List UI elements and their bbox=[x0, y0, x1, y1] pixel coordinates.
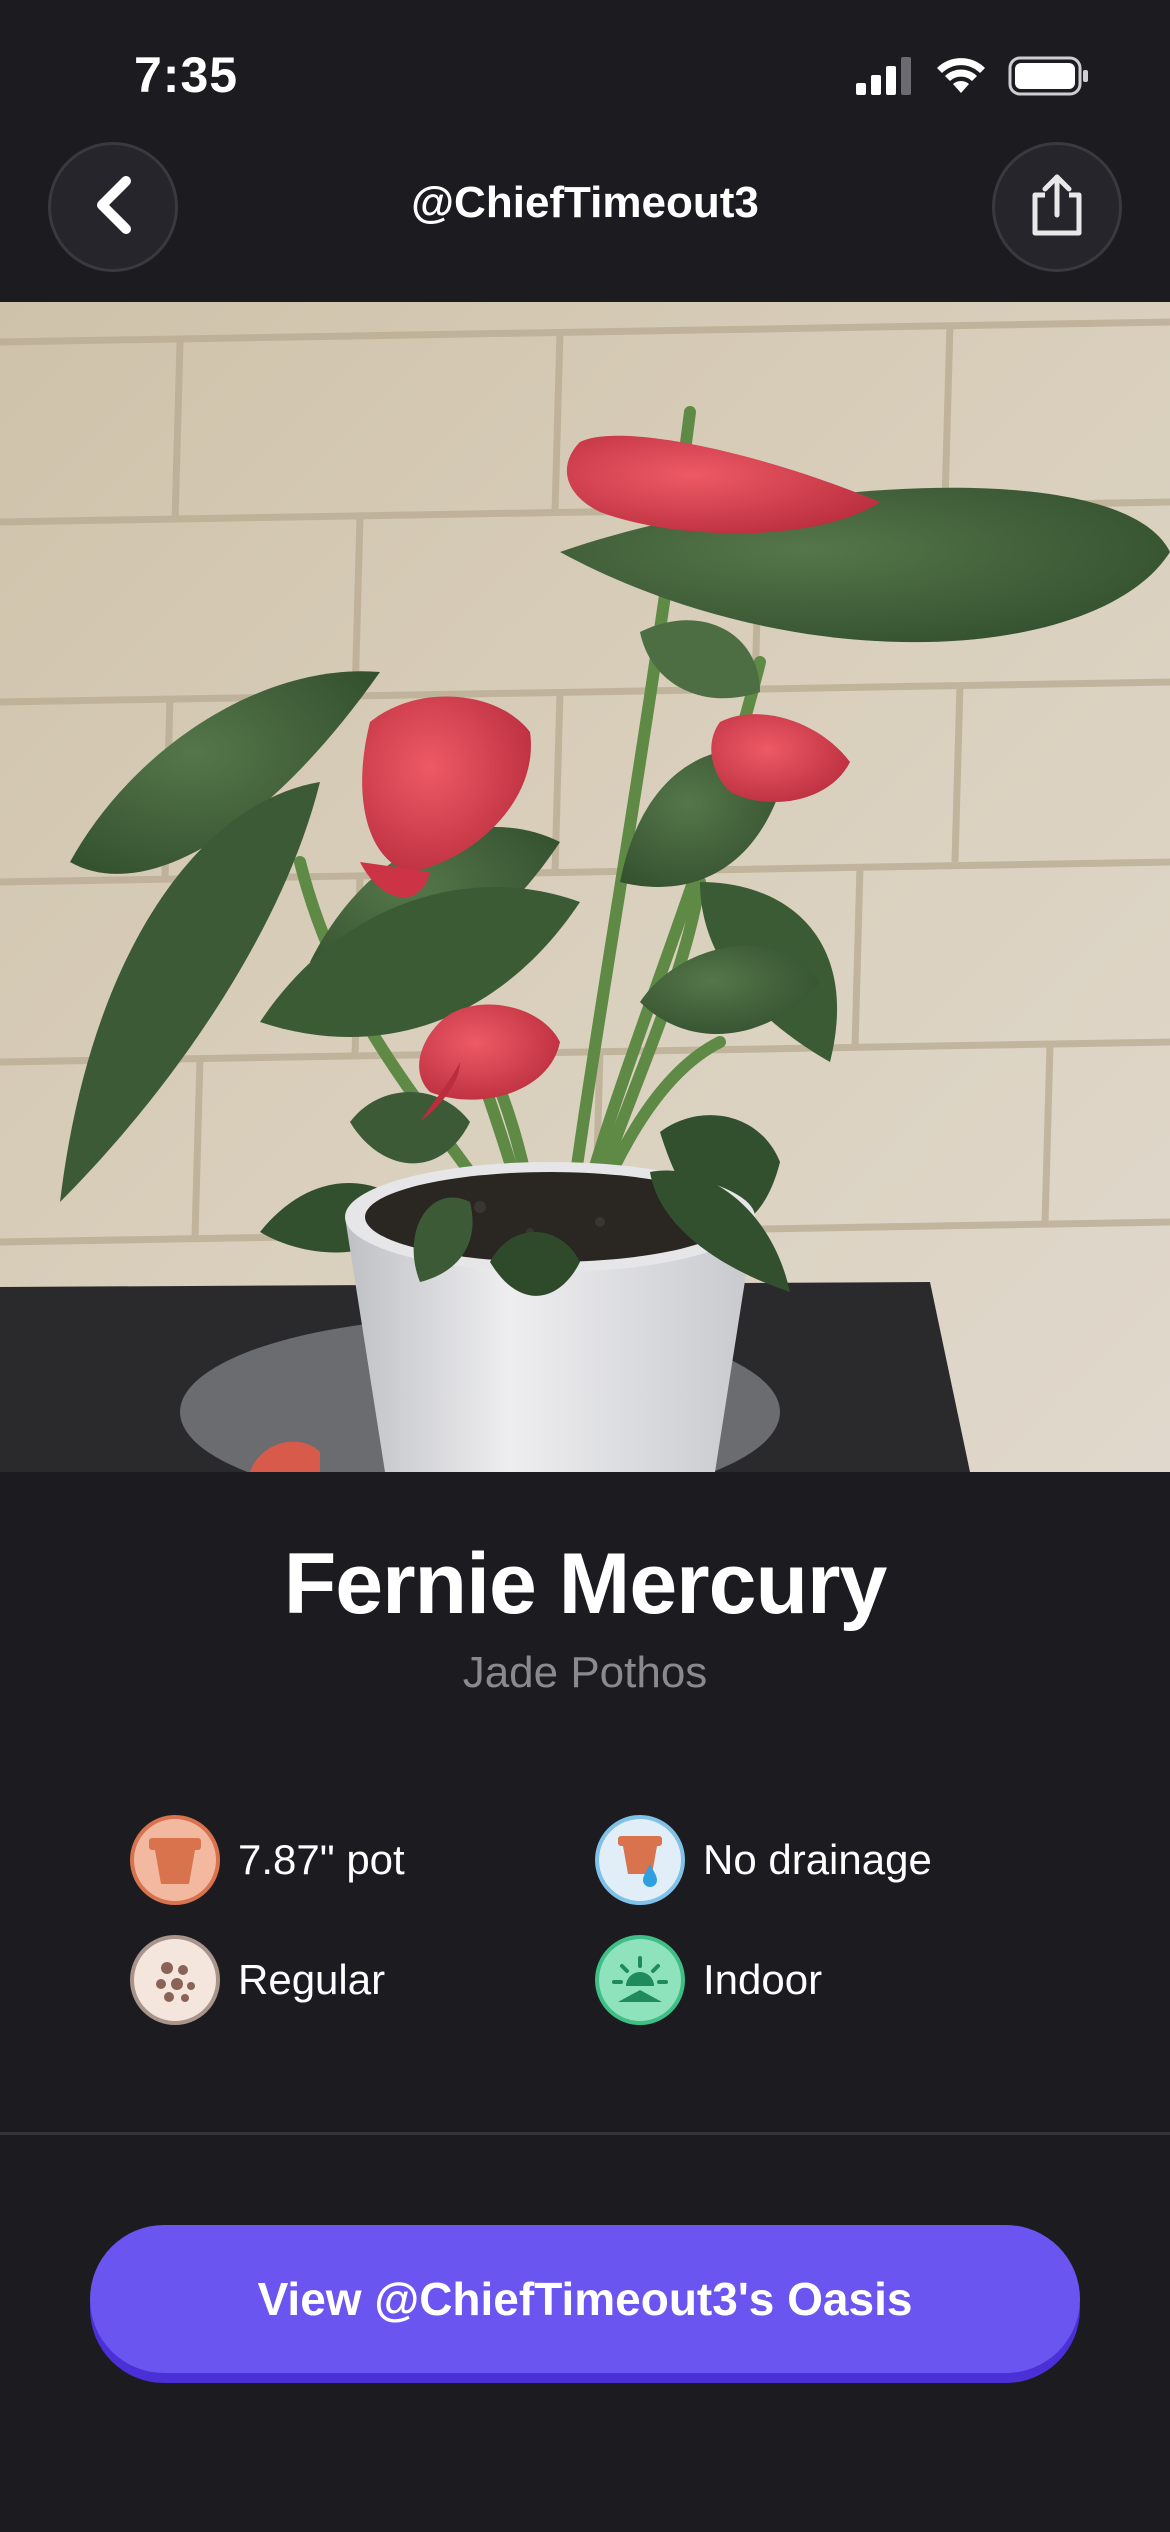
soil-attribute: Regular bbox=[130, 1935, 385, 2025]
pot-size-label: 7.87" pot bbox=[238, 1836, 405, 1883]
drainage-label: No drainage bbox=[703, 1836, 932, 1883]
sun-indoor-icon bbox=[595, 1935, 685, 2025]
cellular-signal-icon bbox=[856, 57, 914, 100]
top-nav-bar: @ChiefTimeout3 bbox=[0, 140, 1170, 272]
plant-name: Fernie Mercury bbox=[283, 1536, 888, 1632]
status-bar: 7:35 bbox=[0, 0, 1170, 150]
status-icons bbox=[856, 56, 1090, 101]
share-button[interactable] bbox=[992, 142, 1122, 272]
soil-label: Regular bbox=[238, 1956, 386, 2003]
wifi-icon bbox=[936, 57, 986, 100]
location-attribute: Indoor bbox=[595, 1935, 822, 2025]
soil-icon bbox=[130, 1935, 220, 2025]
plant-detail-screen: 7:35 @ChiefTimeout3 Fernie Mercury Jade … bbox=[0, 0, 1170, 2532]
pot-size-attribute: 7.87" pot bbox=[130, 1815, 405, 1905]
share-icon bbox=[1027, 173, 1087, 242]
view-oasis-button[interactable]: View @ChiefTimeout3's Oasis bbox=[90, 2225, 1080, 2373]
status-time: 7:35 bbox=[134, 47, 239, 103]
drainage-attribute: No drainage bbox=[595, 1815, 932, 1905]
section-divider bbox=[0, 2132, 1170, 2135]
plant-species: Jade Pothos bbox=[462, 1648, 708, 1697]
pot-icon bbox=[130, 1815, 220, 1905]
plant-photo bbox=[0, 302, 1170, 1472]
location-label: Indoor bbox=[703, 1956, 823, 2003]
pot-drainage-icon bbox=[595, 1815, 685, 1905]
battery-icon bbox=[1008, 56, 1090, 101]
